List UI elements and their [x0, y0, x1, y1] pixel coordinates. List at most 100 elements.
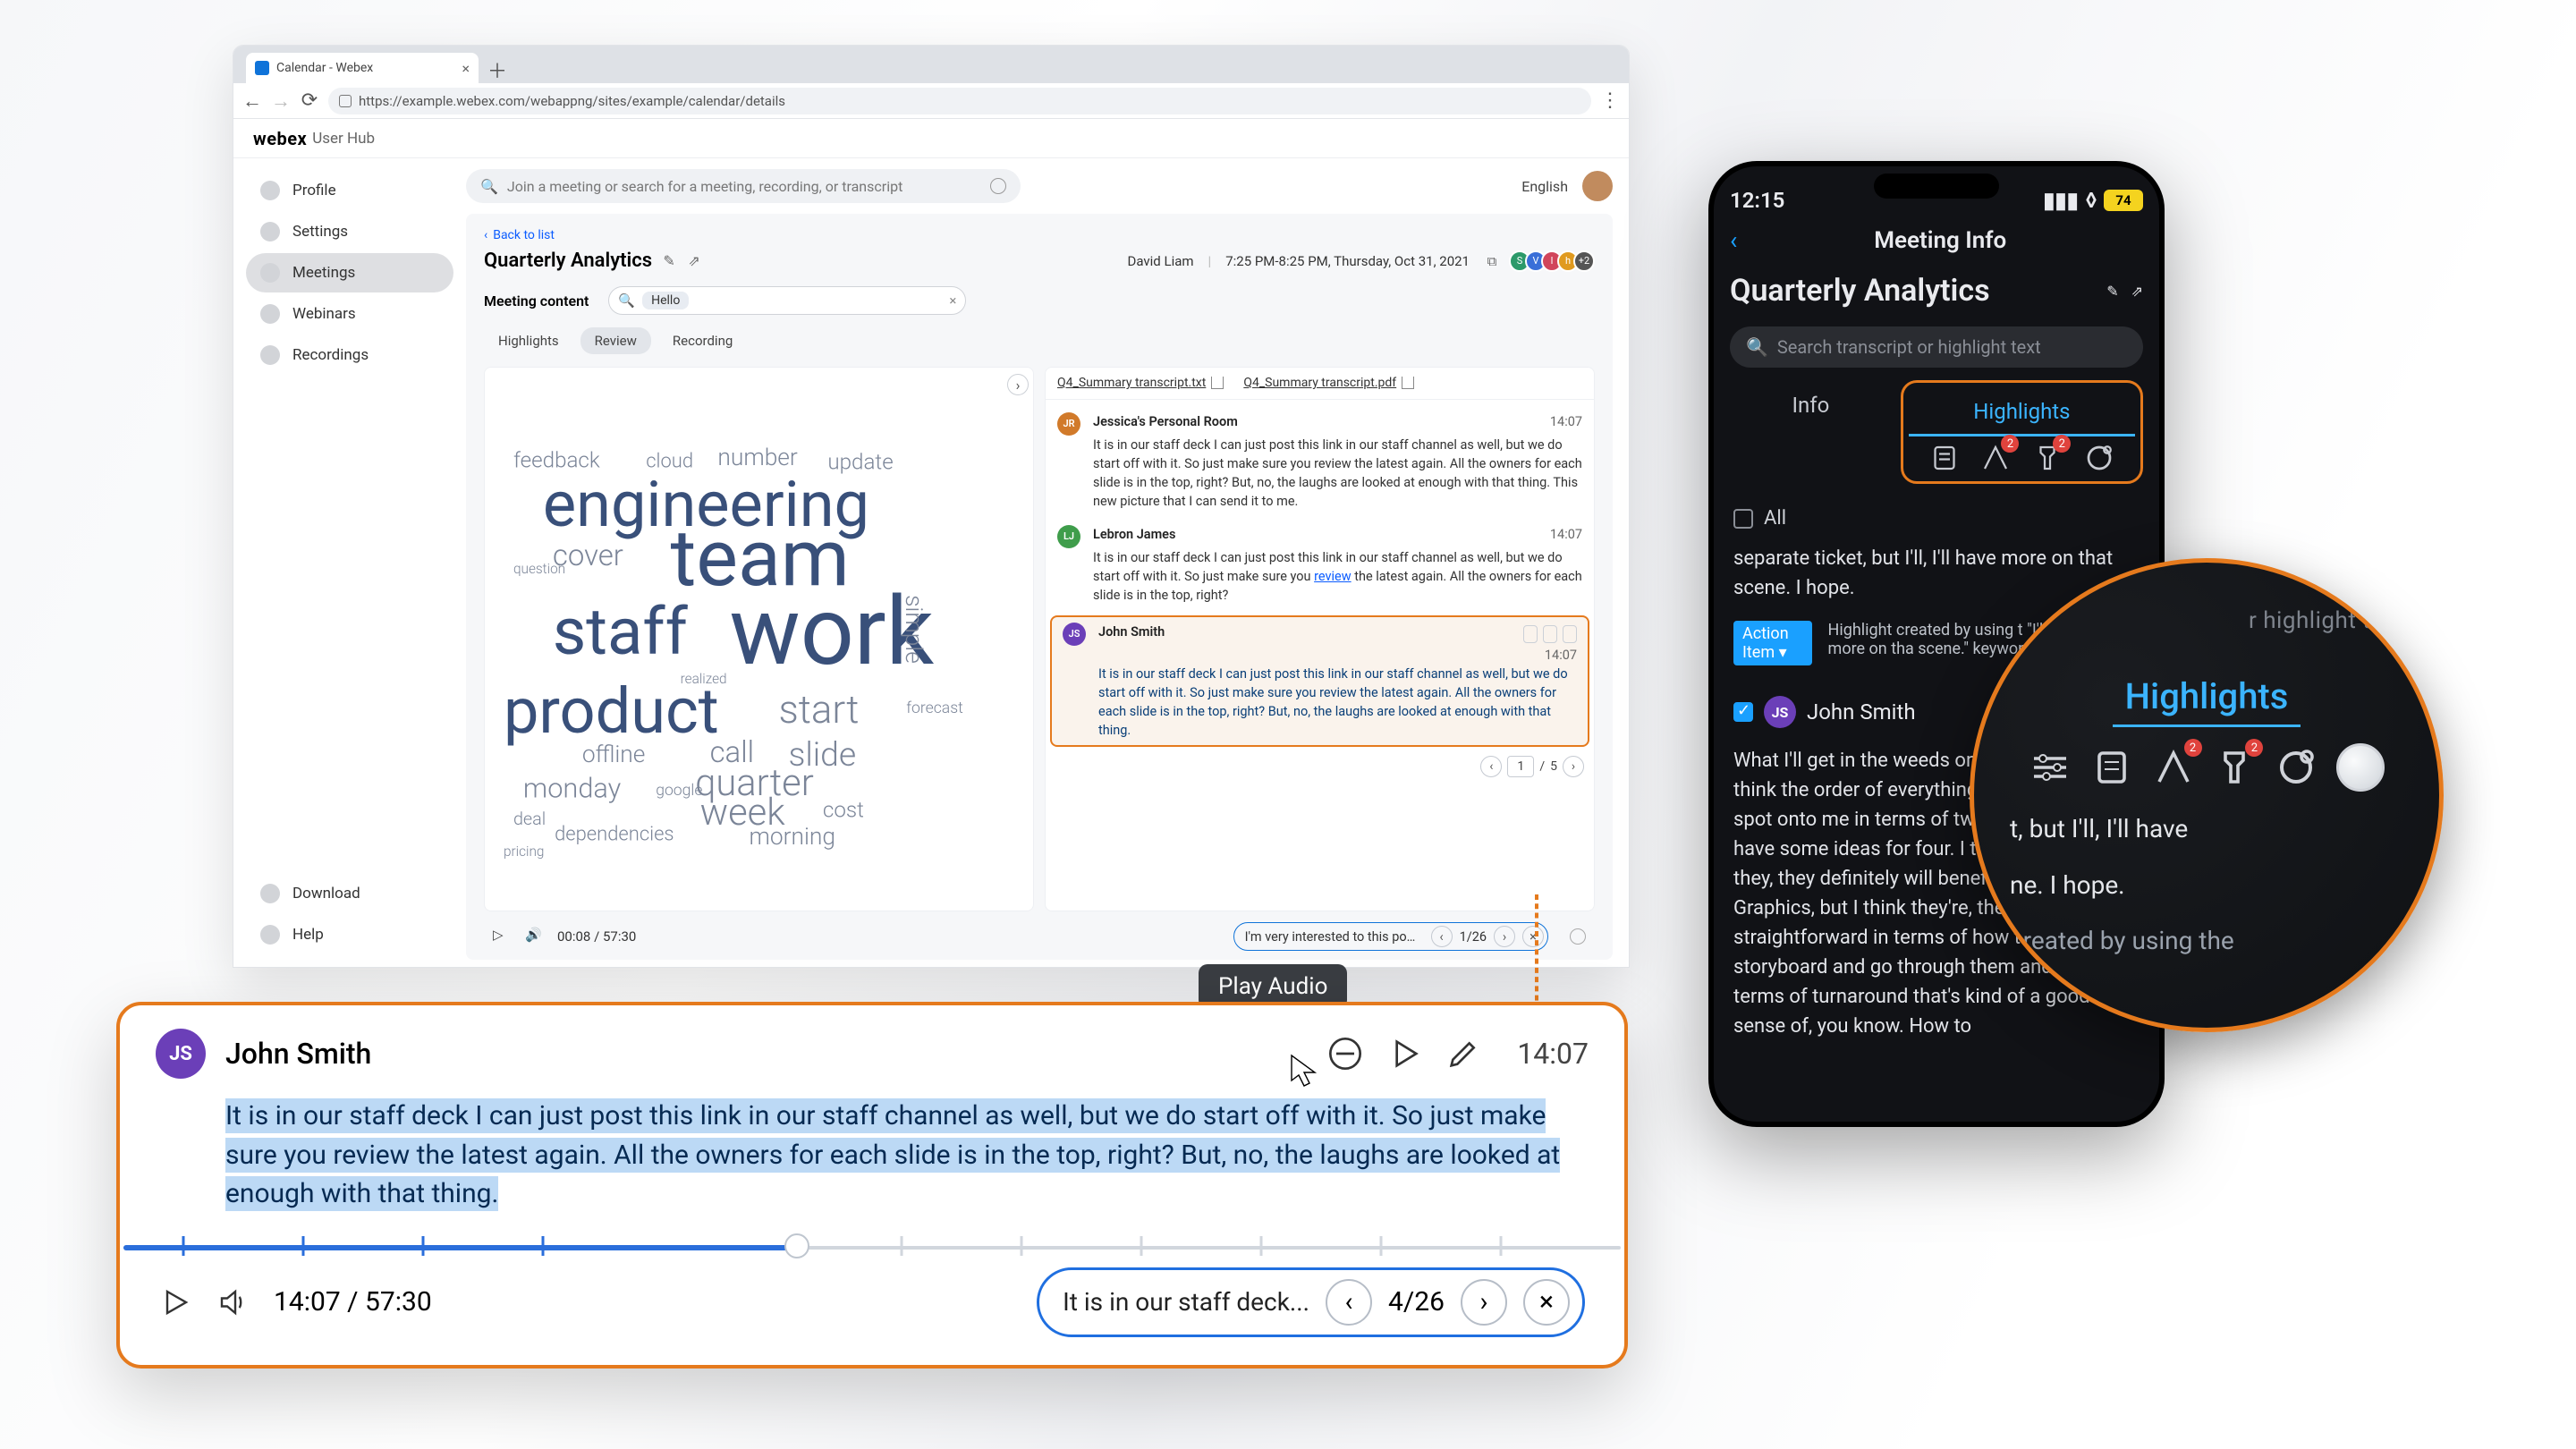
find-next-icon[interactable]: ›	[1461, 1279, 1507, 1326]
action-item-tag[interactable]: Action Item ▾	[1733, 621, 1812, 665]
toggle-knob[interactable]	[2336, 743, 2385, 792]
pager-next-icon[interactable]: ›	[1563, 756, 1584, 777]
play-icon[interactable]: ▷	[493, 927, 513, 946]
transcript-entry[interactable]: LJ Lebron James 14:07 It is in our staff…	[1045, 518, 1595, 612]
sidebar-item-recordings[interactable]: Recordings	[246, 335, 453, 375]
find-close-icon[interactable]: ×	[1523, 1279, 1570, 1326]
avatar: JS	[1764, 696, 1796, 728]
webinar-icon	[260, 304, 280, 324]
recording-icon	[260, 345, 280, 365]
sidebar-item-webinars[interactable]: Webinars	[246, 294, 453, 334]
find-in-transcript[interactable]: I'm very interested to this po… ‹ 1/26 ›…	[1233, 922, 1548, 951]
global-search-input[interactable]: 🔍 Join a meeting or search for a meeting…	[466, 169, 1021, 203]
wordcloud-next-icon[interactable]: ›	[1007, 374, 1029, 395]
download-icon	[260, 884, 280, 903]
action-item-icon[interactable]: 2	[2031, 442, 2063, 474]
play-icon[interactable]	[1386, 1036, 1422, 1072]
sidebar-item-settings[interactable]: Settings	[246, 212, 453, 251]
find-prev-icon[interactable]: ‹	[1326, 1279, 1372, 1326]
svg-text:product: product	[504, 675, 719, 749]
search-input[interactable]: 🔍 Search transcript or highlight text	[1730, 326, 2143, 368]
transcript-entry[interactable]: JR Jessica's Personal Room 14:07 It is i…	[1045, 405, 1595, 518]
clock: 12:15	[1730, 188, 1784, 213]
find-prev-icon[interactable]: ‹	[1431, 926, 1453, 947]
svg-text:start: start	[778, 686, 859, 733]
download-pdf-link[interactable]: Q4_Summary transcript.pdf	[1243, 376, 1414, 390]
find-in-transcript[interactable]: It is in our staff deck... ‹ 4/26 › ×	[1037, 1267, 1585, 1337]
copy-icon[interactable]: ⧉	[1484, 253, 1500, 269]
volume-icon[interactable]	[216, 1286, 249, 1318]
new-tab-button[interactable]: ＋	[484, 56, 511, 83]
play-icon[interactable]	[159, 1286, 191, 1318]
notes-icon[interactable]	[1928, 442, 1961, 474]
download-txt-link[interactable]: Q4_Summary transcript.txt	[1057, 376, 1224, 390]
app-subtitle: User Hub	[312, 130, 375, 148]
transcript-body: It is in our staff deck I can just post …	[1093, 436, 1582, 511]
volume-icon[interactable]: 🔊	[525, 927, 545, 946]
tab-highlights[interactable]: Highlights	[484, 327, 573, 354]
select-all-checkbox[interactable]	[1733, 509, 1753, 529]
svg-text:forecast: forecast	[906, 699, 963, 717]
language-selector[interactable]: English	[1521, 178, 1568, 195]
edit-icon[interactable]	[1445, 1036, 1481, 1072]
sidebar-item-meetings[interactable]: Meetings	[246, 253, 453, 292]
timestamp: 14:07	[1529, 412, 1582, 436]
share-icon[interactable]: ⇗	[686, 253, 702, 269]
pager-prev-icon[interactable]: ‹	[1480, 756, 1502, 777]
attendee-avatars[interactable]: SVIh+2	[1514, 250, 1595, 272]
avatar: LJ	[1057, 525, 1080, 548]
sidebar-item-profile[interactable]: Profile	[246, 171, 453, 210]
tab-recording[interactable]: Recording	[658, 327, 747, 354]
clear-icon[interactable]: ×	[949, 292, 956, 309]
back-icon[interactable]: ←	[242, 91, 262, 111]
content-search-input[interactable]: 🔍 Hello ×	[608, 286, 966, 315]
action-item-icon[interactable]: 2	[2213, 746, 2256, 789]
close-icon[interactable]: ×	[462, 60, 470, 77]
find-close-icon[interactable]: ×	[1522, 926, 1544, 947]
avatar: JR	[1057, 412, 1080, 436]
edit-icon[interactable]: ✎	[661, 253, 677, 269]
remove-highlight-icon[interactable]	[1523, 625, 1538, 643]
forward-icon[interactable]: →	[271, 91, 291, 111]
edit-icon[interactable]	[1563, 625, 1577, 643]
webex-logo: webex	[253, 128, 307, 149]
transcript-entry-highlighted[interactable]: JS John Smith 14:07 It is in our staff d…	[1050, 615, 1589, 747]
highlights-tab-callout: Highlights 2 2	[1901, 380, 2143, 484]
play-icon[interactable]	[1543, 625, 1557, 643]
browser-menu-icon[interactable]: ⋮	[1600, 91, 1620, 111]
search-chip[interactable]: Hello	[642, 292, 689, 309]
tab-review[interactable]: Review	[580, 327, 651, 354]
edit-icon[interactable]: ✎	[2106, 283, 2118, 300]
transcript-body: It is in our staff deck I can just post …	[1098, 665, 1577, 740]
back-icon[interactable]: ‹	[1730, 225, 1737, 255]
notes-icon[interactable]	[2090, 746, 2133, 789]
record-icon[interactable]	[2083, 442, 2115, 474]
user-avatar[interactable]	[1582, 171, 1613, 201]
lock-icon	[339, 95, 352, 107]
back-to-list-link[interactable]: ‹ Back to list	[484, 228, 1595, 242]
tab-info[interactable]: Info	[1730, 380, 1892, 484]
filter-icon[interactable]	[2029, 746, 2072, 789]
entry-checkbox[interactable]	[1733, 702, 1753, 722]
find-next-icon[interactable]: ›	[1494, 926, 1515, 947]
tab-highlights[interactable]: Highlights	[2010, 675, 2403, 717]
transcript-list[interactable]: JR Jessica's Personal Room 14:07 It is i…	[1045, 400, 1595, 911]
tab-highlights[interactable]: Highlights	[1909, 386, 2135, 436]
sidebar-item-download[interactable]: Download	[246, 874, 453, 913]
playback-slider[interactable]	[123, 1233, 1621, 1258]
share-icon[interactable]: ⇗	[2131, 283, 2143, 300]
record-icon[interactable]	[2275, 746, 2318, 789]
reload-icon[interactable]: ⟳	[300, 91, 319, 111]
pager-page[interactable]: 1	[1507, 756, 1534, 777]
url-input[interactable]: https://example.webex.com/webappng/sites…	[328, 88, 1591, 114]
player-settings-icon[interactable]	[1570, 928, 1586, 945]
browser-tab[interactable]: Calendar - Webex ×	[246, 53, 479, 83]
parking-lot-icon[interactable]: 2	[1979, 442, 2012, 474]
parking-lot-icon[interactable]: 2	[2152, 746, 2195, 789]
mini-player: ▷ 🔊 00:08 / 57:30 I'm very interested to…	[484, 919, 1595, 954]
sidebar-item-help[interactable]: Help	[246, 915, 453, 954]
remove-highlight-icon[interactable]	[1327, 1036, 1363, 1072]
slider-knob[interactable]	[784, 1233, 809, 1258]
info-icon[interactable]	[990, 178, 1006, 194]
avatar: JS	[1063, 623, 1086, 646]
